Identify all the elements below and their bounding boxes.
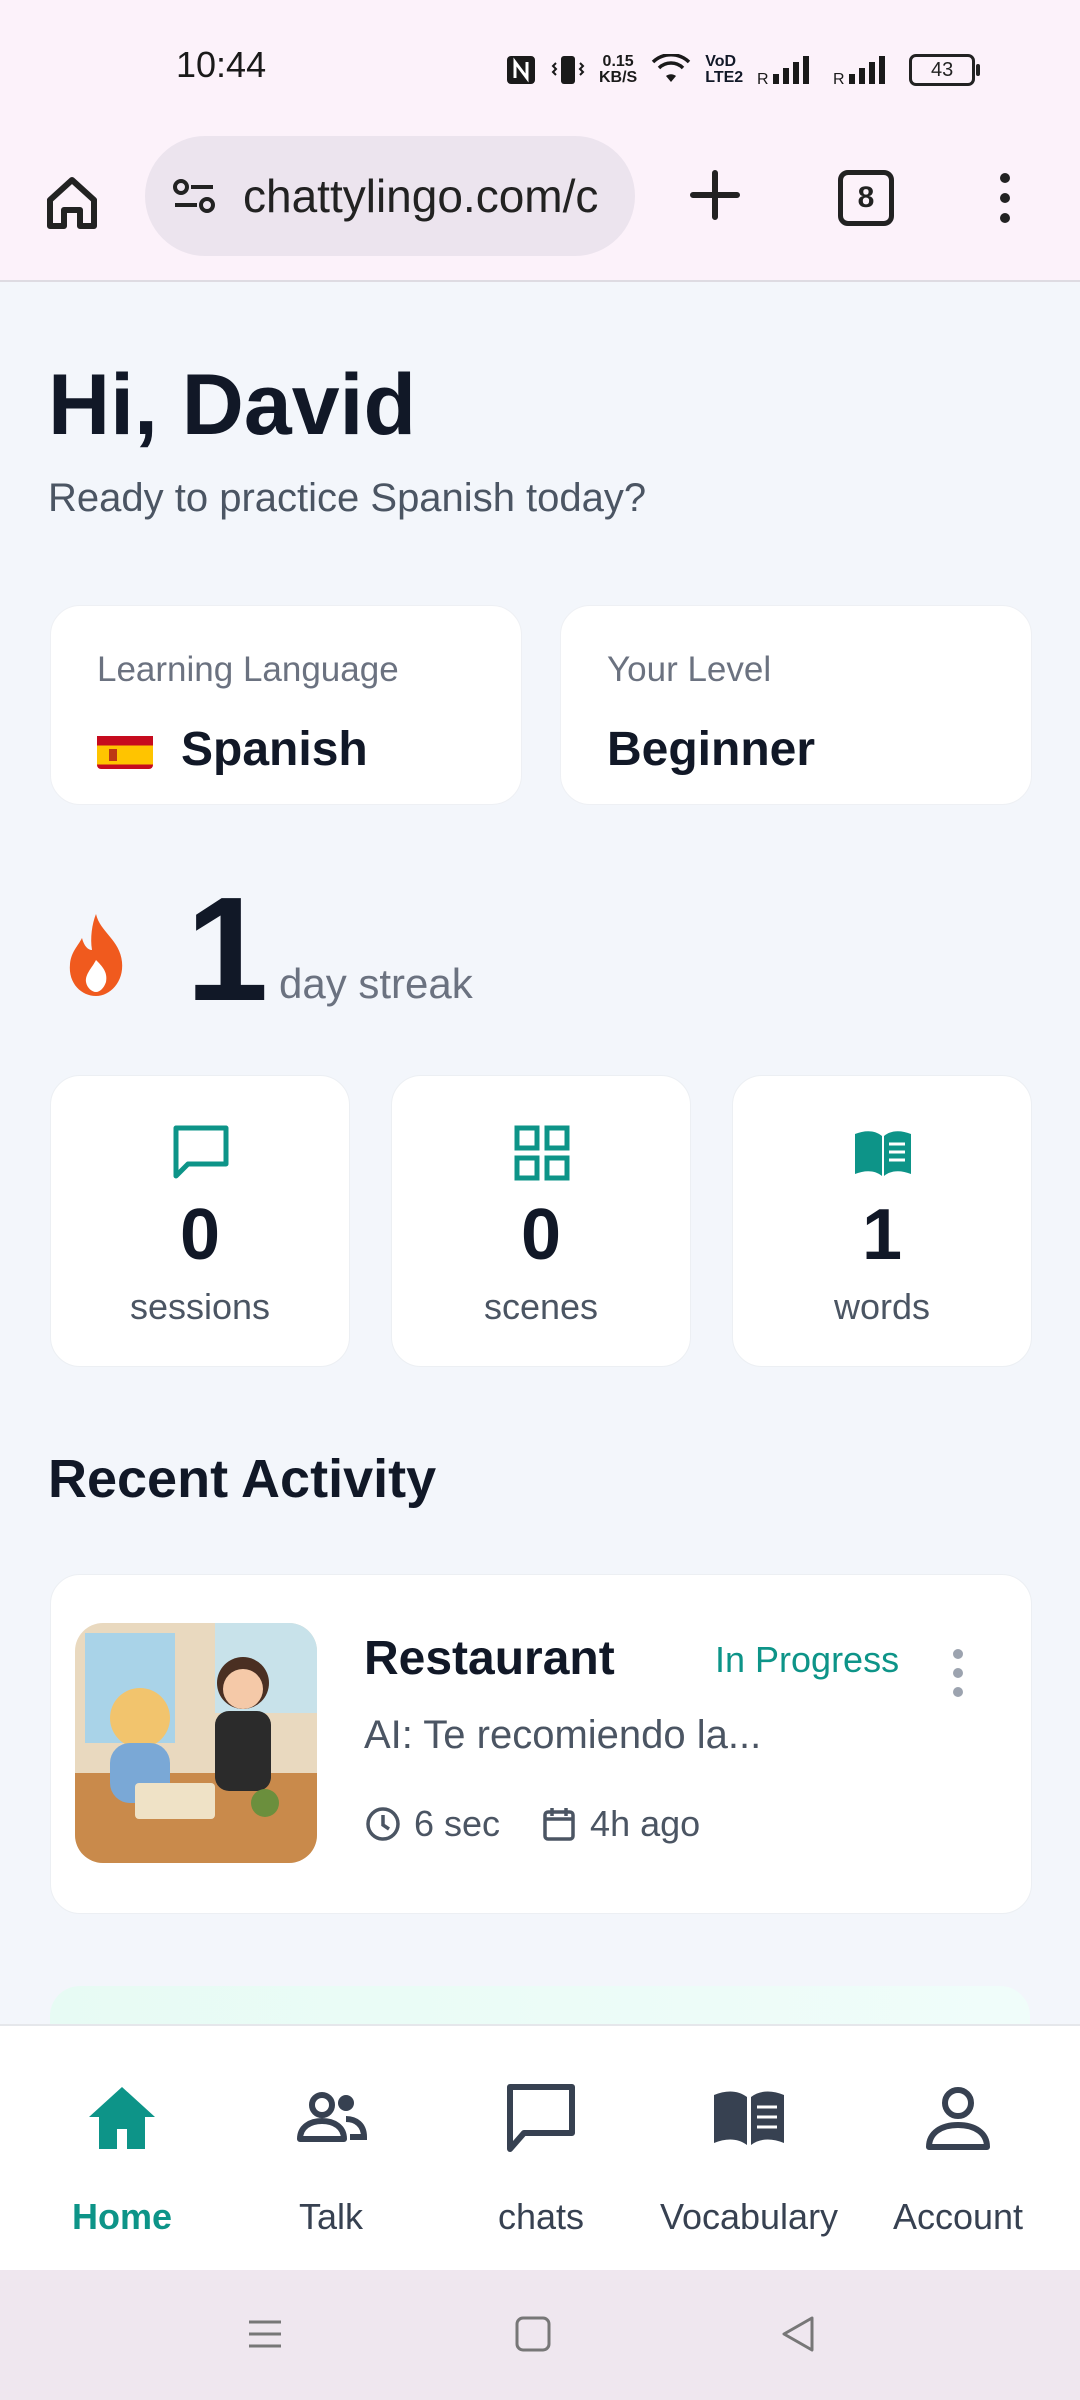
chat-bubble-icon (173, 1125, 229, 1179)
nav-talk[interactable]: Talk (226, 2026, 436, 2272)
grid-icon (514, 1125, 570, 1181)
section-title-recent-activity: Recent Activity (48, 1449, 437, 1509)
net-speed-value: 0.15 (602, 53, 634, 70)
nav-home[interactable]: Home (17, 2026, 227, 2272)
learning-language-value: Spanish (97, 722, 368, 777)
book-icon (714, 2091, 784, 2145)
bottom-navigation: Home Talk chats Vocabulary Account (0, 2024, 1080, 2272)
home-button-icon[interactable] (513, 2314, 553, 2354)
restaurant-scene-thumbnail[interactable] (75, 1623, 317, 1863)
page-title: Hi, David (48, 357, 416, 453)
stat-value: 0 (520, 1195, 562, 1275)
activity-time-ago: 4h ago (590, 1803, 701, 1844)
status-badge: In Progress (715, 1639, 900, 1680)
site-info-icon[interactable] (167, 169, 221, 223)
svg-text:R: R (833, 71, 845, 86)
learning-language-label: Learning Language (97, 650, 399, 689)
stat-label: scenes (483, 1286, 599, 1327)
nfc-icon (507, 56, 535, 84)
volte-label-top: VoD (705, 53, 737, 70)
plus-icon[interactable] (685, 165, 745, 225)
tabs-icon[interactable]: 8 (838, 170, 894, 226)
nav-label: Vocabulary (659, 2196, 839, 2237)
streak-label: day streak (279, 960, 473, 1007)
streak-number: 1 (186, 867, 269, 1032)
page-subtitle: Ready to practice Spanish today? (48, 476, 647, 520)
language-name: Spanish (181, 723, 368, 776)
clock-icon (366, 1807, 400, 1841)
svg-text:R: R (757, 71, 769, 86)
nav-account[interactable]: Account (853, 2026, 1063, 2272)
activity-title: Restaurant (364, 1632, 615, 1685)
activity-preview: AI: Te recomiendo la... (364, 1713, 762, 1757)
learning-language-card[interactable]: Learning Language Spanish (50, 605, 522, 805)
nav-label: Account (892, 2196, 1024, 2237)
stat-card-sessions[interactable]: 0 sessions (50, 1075, 350, 1367)
stat-value: 0 (179, 1195, 221, 1275)
stat-card-scenes[interactable]: 0 scenes (391, 1075, 691, 1367)
level-card[interactable]: Your Level Beginner (560, 605, 1032, 805)
flame-icon (69, 914, 123, 996)
battery-icon: 43 (909, 54, 981, 86)
stat-label: words (833, 1286, 931, 1327)
address-bar[interactable]: chattylingo.com/c (145, 136, 635, 256)
signal-icon: R (833, 56, 886, 86)
more-vert-icon[interactable] (990, 168, 1020, 228)
nav-label: chats (497, 2196, 585, 2237)
signal-icon: R (757, 56, 810, 86)
level-label: Your Level (607, 650, 772, 689)
system-navigation-bar (0, 2270, 1080, 2400)
stat-card-words[interactable]: 1 words (732, 1075, 1032, 1367)
net-speed-unit: KB/S (599, 69, 638, 86)
volte-icon: VoD LTE2 (705, 54, 743, 86)
spain-flag-icon (97, 731, 153, 769)
nav-label: Talk (298, 2196, 364, 2237)
volte-label-bottom: LTE2 (705, 69, 744, 86)
wifi-icon (652, 54, 691, 82)
status-icons: 0.15 KB/S VoD LTE2 R R 43 (505, 46, 981, 94)
recents-icon[interactable] (245, 2314, 285, 2354)
url-text[interactable]: chattylingo.com/c (243, 169, 598, 223)
activity-duration: 6 sec (414, 1803, 501, 1844)
status-time: 10:44 (176, 44, 267, 85)
nav-chats[interactable]: chats (436, 2026, 646, 2272)
stat-label: sessions (129, 1286, 271, 1327)
stat-value: 1 (861, 1195, 903, 1275)
status-bar: 10:44 0.15 KB/S VoD LTE2 R R 43 (0, 0, 1080, 130)
nav-label: Home (71, 2196, 173, 2237)
people-icon (297, 2092, 368, 2142)
nav-vocabulary[interactable]: Vocabulary (644, 2026, 854, 2272)
person-icon (926, 2087, 990, 2150)
home-icon[interactable] (40, 170, 104, 234)
more-vert-icon[interactable] (949, 1647, 967, 1699)
book-icon (855, 1131, 911, 1176)
chat-icon (507, 2084, 575, 2152)
back-icon[interactable] (778, 2314, 818, 2354)
net-speed: 0.15 KB/S (599, 54, 637, 86)
browser-toolbar: chattylingo.com/c 8 (0, 130, 1080, 282)
home-icon (89, 2087, 155, 2149)
calendar-icon (543, 1808, 575, 1841)
activity-card[interactable]: Restaurant In Progress AI: Te recomiendo… (50, 1574, 1032, 1914)
activity-meta: 6 sec 4h ago (364, 1803, 700, 1845)
vibrate-icon (551, 56, 585, 84)
level-value: Beginner (607, 723, 816, 776)
